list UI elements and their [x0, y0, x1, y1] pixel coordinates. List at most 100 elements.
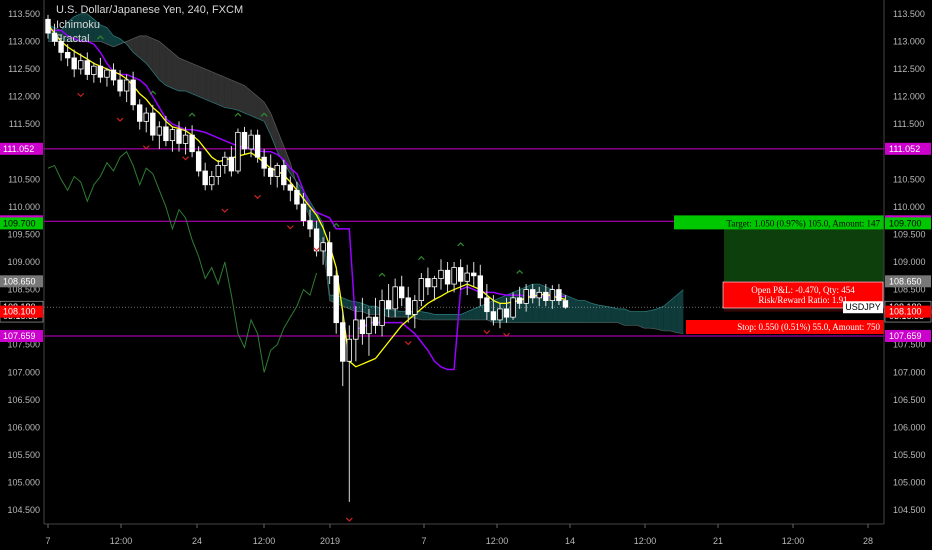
candle: [477, 264, 483, 307]
candle-body: [372, 316, 379, 326]
price-label-left: 108.100: [3, 307, 36, 317]
candle: [91, 62, 97, 83]
x-tick-label: 24: [192, 536, 202, 546]
candle: [123, 74, 130, 103]
y-tick-left: 111.500: [9, 119, 40, 129]
candle-body: [503, 308, 510, 318]
kumo-segment: [192, 63, 199, 97]
y-tick-right: 105.500: [893, 450, 926, 460]
candle-body: [405, 297, 411, 315]
kumo-segment: [211, 71, 219, 105]
kumo-segment: [454, 314, 461, 320]
y-tick-right: 113.000: [893, 36, 925, 46]
kumo-segment: [152, 38, 160, 80]
candle: [464, 264, 470, 296]
fractal-down-marker: [116, 117, 124, 122]
kumo-segment: [670, 295, 677, 333]
y-tick-right: 106.000: [893, 422, 926, 432]
kumo-segment: [106, 27, 114, 47]
candle-body: [359, 319, 366, 335]
candle-body: [117, 79, 123, 92]
leading-span-b: [48, 35, 684, 335]
level-label-left: 107.659: [3, 331, 36, 341]
kumo-segment: [539, 284, 546, 323]
candle: [104, 67, 110, 87]
kumo-segment: [441, 314, 448, 320]
y-tick-left: 105.000: [7, 478, 40, 488]
candle: [143, 107, 149, 133]
price-label-right: 108.650: [889, 276, 922, 286]
candle-body: [530, 289, 536, 299]
candle-body: [536, 291, 542, 299]
kumo-segment: [237, 82, 245, 114]
indicator-fractal-label[interactable]: Fractal: [56, 33, 90, 45]
y-tick-right: 111.500: [893, 119, 924, 129]
candle-body: [261, 156, 267, 169]
kumo-segment: [644, 310, 651, 329]
kumo-segment: [591, 303, 599, 323]
kumo-segment: [165, 46, 173, 89]
candle-body: [425, 278, 431, 288]
candle: [398, 275, 405, 307]
candle-body: [189, 134, 195, 153]
candle-body: [398, 286, 405, 299]
candle: [372, 297, 379, 334]
kumo-segment: [585, 300, 592, 323]
y-tick-right: 106.500: [893, 395, 926, 405]
kumo-segment: [133, 35, 140, 58]
candle: [438, 259, 444, 290]
target-label: Target: 1.050 (0.97%) 105.0, Amount: 147: [727, 218, 881, 228]
y-tick-right: 110.000: [893, 202, 925, 212]
candle-body: [78, 60, 84, 70]
kumo-segment: [159, 41, 166, 86]
x-tick-label: 7: [421, 536, 426, 546]
candle-body: [150, 112, 156, 136]
kumo-segment: [598, 305, 605, 323]
candle: [431, 275, 438, 301]
candle-body: [313, 228, 320, 252]
candle-body: [543, 291, 549, 302]
kumo-segment: [447, 314, 455, 320]
kumo-segment: [611, 307, 618, 323]
y-tick-right: 107.000: [893, 367, 926, 377]
kumo-segment: [172, 52, 179, 92]
candle: [215, 159, 221, 185]
candle-body: [490, 311, 497, 321]
candle-body: [510, 297, 516, 318]
x-tick-label: 12:00: [486, 536, 509, 546]
rr-label: Risk/Reward Ratio: 1.91: [758, 295, 847, 305]
fractal-up-marker: [417, 255, 425, 261]
x-tick-label: 2019: [320, 536, 340, 546]
candle-body: [274, 165, 280, 177]
candle-body: [267, 167, 274, 177]
candle-body: [307, 220, 313, 230]
y-tick-right: 112.500: [893, 64, 925, 74]
kumo-segment: [650, 308, 658, 330]
candle: [209, 170, 215, 191]
indicator-ichimoku-label[interactable]: Ichimoku: [56, 19, 100, 31]
price-label-right: 108.100: [889, 307, 922, 317]
level-label-left: 111.052: [3, 144, 34, 154]
candle-body: [326, 242, 333, 277]
candle-body: [392, 286, 398, 310]
candle: [169, 126, 176, 152]
kumo-segment: [630, 311, 638, 326]
candle-body: [431, 278, 438, 288]
candle: [274, 162, 280, 188]
candle-body: [484, 297, 490, 313]
x-tick-label: 12:00: [634, 536, 657, 546]
kumo-segment: [231, 79, 238, 111]
price-chart[interactable]: Target: 1.050 (0.97%) 105.0, Amount: 147…: [0, 0, 932, 550]
x-tick-label: 14: [565, 536, 575, 546]
candle-body: [228, 156, 235, 172]
level-label-right: 107.659: [889, 331, 922, 341]
candle-body: [91, 65, 97, 75]
candle-body: [457, 267, 464, 282]
candle-body: [549, 289, 556, 302]
candle-body: [379, 300, 385, 326]
chart-title: U.S. Dollar/Japanese Yen, 240, FXCM: [56, 4, 244, 16]
candle: [136, 99, 143, 130]
candle-body: [418, 278, 425, 302]
candle-body: [385, 300, 392, 310]
candle-body: [464, 272, 470, 282]
